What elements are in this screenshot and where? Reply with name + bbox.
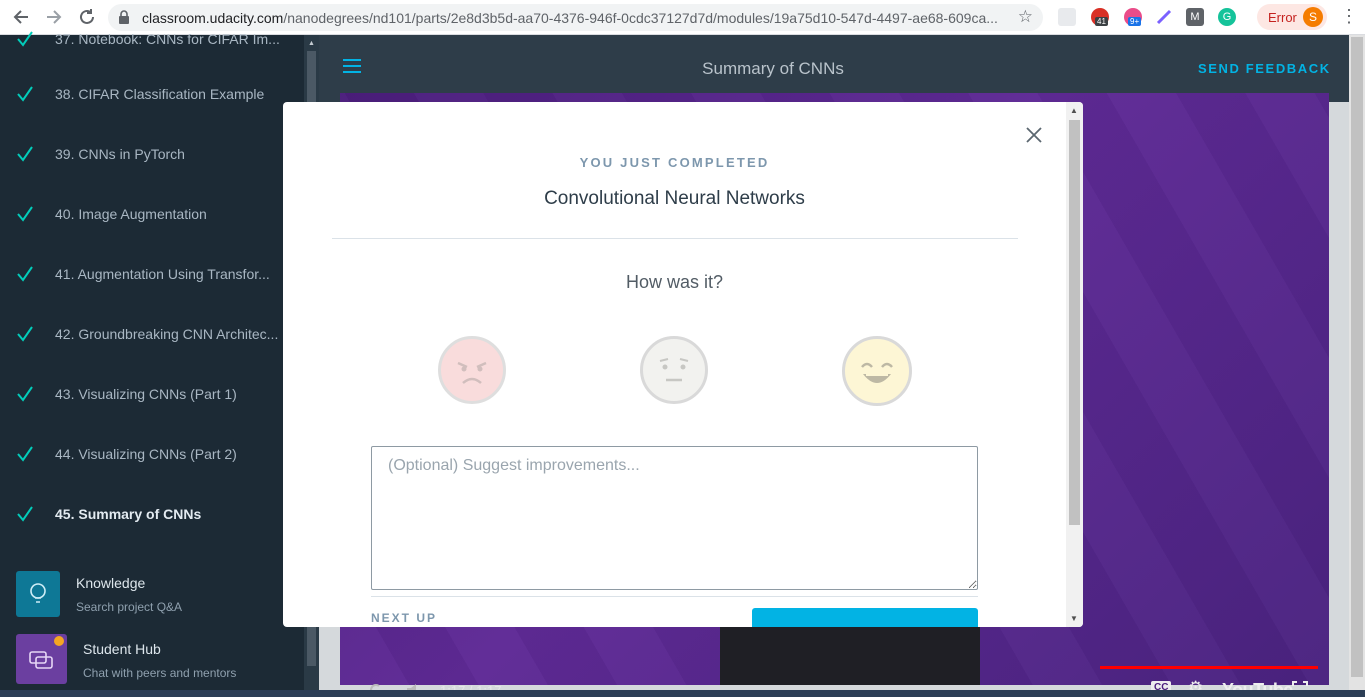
sidebar-lesson-label: 44. Visualizing CNNs (Part 2)	[55, 446, 237, 462]
checkmark-icon	[17, 386, 33, 402]
checkmark-icon	[17, 266, 33, 282]
bookmark-star-icon[interactable]: ☆	[1018, 7, 1033, 27]
angry-face-icon	[457, 361, 487, 384]
sidebar-lesson-item[interactable]: 43. Visualizing CNNs (Part 1)	[0, 367, 300, 427]
knowledge-subtitle: Search project Q&A	[76, 600, 183, 614]
sidebar-lesson-item[interactable]: 41. Augmentation Using Transfor...	[0, 247, 300, 307]
rating-happy-button[interactable]	[842, 336, 912, 406]
lesson-complete-modal: YOU JUST COMPLETED Convolutional Neural …	[283, 102, 1083, 627]
sidebar-lesson-label: 40. Image Augmentation	[55, 206, 207, 222]
sidebar-lesson-item[interactable]: 45. Summary of CNNs	[0, 487, 300, 547]
lesson-sidebar: 37. Notebook: CNNs for CIFAR Im... 38. CI…	[0, 31, 304, 693]
sidebar-lesson-label: 38. CIFAR Classification Example	[55, 86, 265, 102]
profile-error-label: Error	[1268, 10, 1297, 25]
checkmark-icon	[17, 206, 33, 222]
checkmark-icon	[17, 446, 33, 462]
next-up-label: NEXT UP	[371, 611, 438, 625]
modal-scrollbar-thumb[interactable]	[1069, 120, 1080, 525]
divider	[371, 596, 978, 597]
sidebar-lesson-item[interactable]: 40. Image Augmentation	[0, 187, 300, 247]
extension-dribbble-icon[interactable]: 9+	[1124, 8, 1142, 26]
sidebar-lesson-label: 42. Groundbreaking CNN Architec...	[55, 326, 279, 342]
sidebar-lesson-item[interactable]: 39. CNNs in PyTorch	[0, 127, 300, 187]
profile-error-chip[interactable]: Error S	[1257, 4, 1327, 30]
rating-angry-button[interactable]	[438, 336, 506, 404]
divider	[332, 238, 1018, 239]
happy-face-icon	[861, 362, 893, 383]
close-icon	[1026, 127, 1042, 143]
checkmark-icon	[17, 86, 33, 102]
url-path: /nanodegrees/nd101/parts/2e8d3b5d-aa70-4…	[283, 10, 998, 26]
neutral-face-icon	[659, 358, 689, 382]
video-progress-bar[interactable]	[1100, 666, 1318, 669]
completed-label: YOU JUST COMPLETED	[579, 155, 770, 170]
sidebar-lesson-item[interactable]: 37. Notebook: CNNs for CIFAR Im...	[0, 12, 300, 72]
sidebar-lesson-item[interactable]: 44. Visualizing CNNs (Part 2)	[0, 427, 300, 487]
rating-question: How was it?	[625, 272, 724, 292]
os-taskbar	[0, 690, 1365, 697]
main-scrollbar-thumb[interactable]	[1351, 37, 1363, 677]
completed-title: Convolutional Neural Networks	[544, 188, 805, 209]
extension-badge-icon[interactable]: 41	[1091, 8, 1109, 26]
scroll-down-arrow-icon[interactable]: ▼	[1070, 614, 1078, 623]
rating-neutral-button[interactable]	[640, 336, 708, 404]
extension-badge-count-2: 9+	[1128, 17, 1142, 26]
improvements-textarea[interactable]	[371, 446, 978, 590]
browser-menu-icon[interactable]: ⋮	[1340, 6, 1358, 27]
content-header: Summary of CNNs SEND FEEDBACK	[319, 35, 1365, 102]
student-hub-link[interactable]: Student Hub Chat with peers and mentors	[0, 629, 300, 693]
main-scrollbar[interactable]	[1349, 35, 1365, 690]
extension-badge-count: 41	[1095, 17, 1108, 26]
modal-scrollbar[interactable]: ▲ ▼	[1066, 102, 1083, 627]
checkmark-icon	[17, 326, 33, 342]
lightbulb-icon	[16, 571, 60, 617]
close-modal-button[interactable]	[1023, 124, 1045, 146]
send-feedback-link[interactable]: SEND FEEDBACK	[1198, 61, 1331, 76]
extension-icon[interactable]	[1058, 8, 1076, 26]
student-hub-subtitle: Chat with peers and mentors	[83, 666, 237, 680]
sidebar-lesson-item[interactable]: 38. CIFAR Classification Example	[0, 67, 300, 127]
scroll-up-arrow-icon[interactable]: ▲	[308, 40, 315, 47]
knowledge-link[interactable]: Knowledge Search project Q&A	[0, 563, 300, 627]
page-title: Summary of CNNs	[702, 59, 844, 78]
sidebar-lesson-label: 45. Summary of CNNs	[55, 506, 202, 522]
checkmark-icon	[17, 146, 33, 162]
profile-avatar: S	[1303, 7, 1323, 27]
sidebar-lesson-label: 43. Visualizing CNNs (Part 1)	[55, 386, 237, 402]
sidebar-lesson-item[interactable]: 42. Groundbreaking CNN Architec...	[0, 307, 300, 367]
extension-grammarly-icon[interactable]: G	[1218, 8, 1236, 26]
chat-bubbles-icon	[16, 634, 67, 684]
next-lesson-button[interactable]	[752, 608, 978, 627]
sidebar-lesson-label: 37. Notebook: CNNs for CIFAR Im...	[55, 31, 280, 47]
extension-pen-icon[interactable]	[1155, 8, 1173, 26]
checkmark-icon	[17, 31, 33, 47]
knowledge-title: Knowledge	[76, 575, 146, 591]
sidebar-lesson-label: 41. Augmentation Using Transfor...	[55, 266, 270, 282]
student-hub-title: Student Hub	[83, 641, 161, 657]
sidebar-lesson-label: 39. CNNs in PyTorch	[55, 146, 185, 162]
checkmark-icon	[17, 506, 33, 522]
scroll-up-arrow-icon[interactable]: ▲	[1070, 106, 1078, 115]
extension-m-icon[interactable]: M	[1186, 8, 1204, 26]
